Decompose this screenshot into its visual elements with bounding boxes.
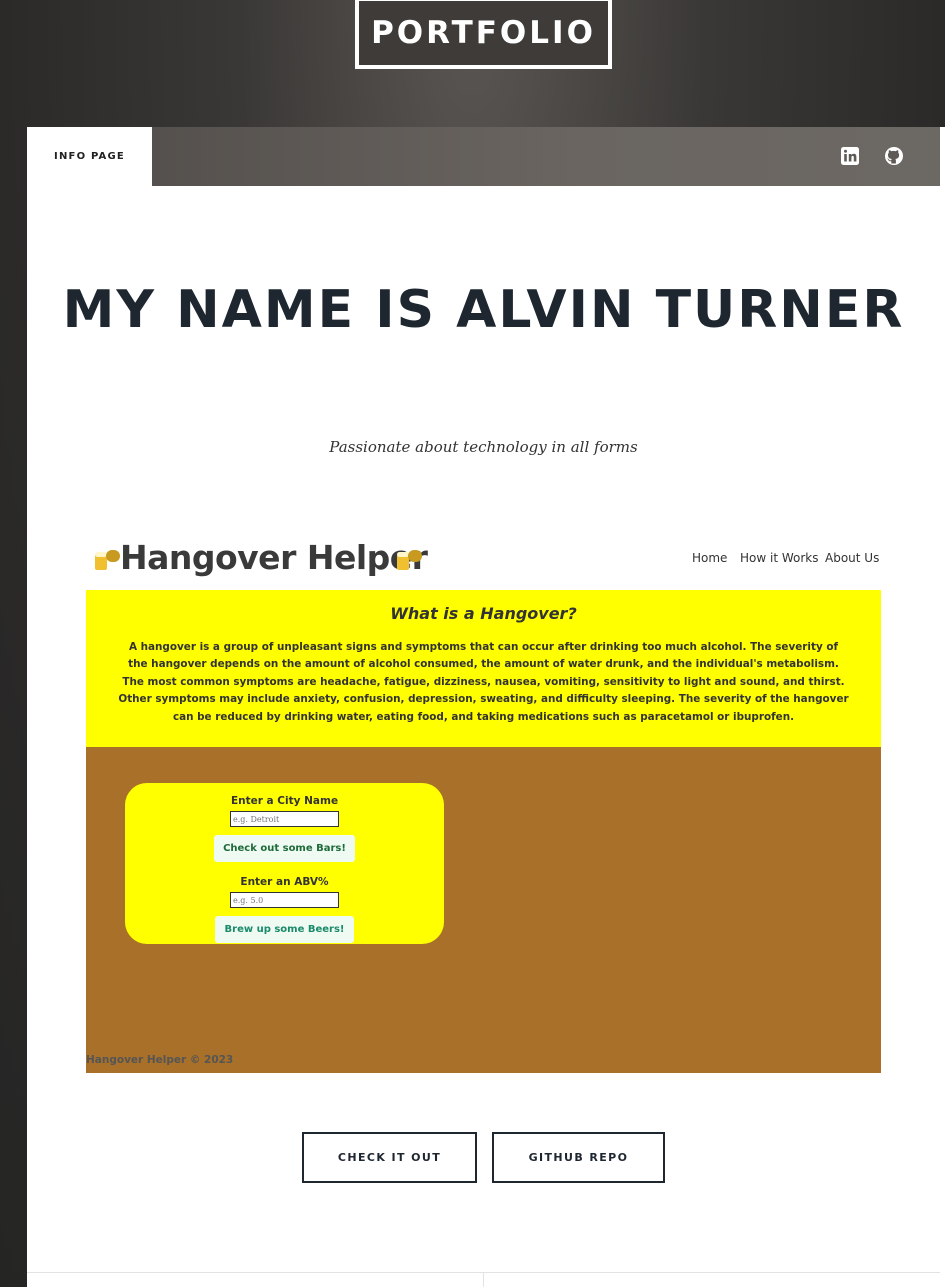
logo-text: PORTFOLIO [371,15,596,51]
project-intro-text: A hangover is a group of unpleasant sign… [118,641,849,723]
tab-info-page[interactable]: INFO PAGE [27,127,152,186]
project-footer: Hangover Helper © 2023 [86,1054,234,1066]
project-nav-how-it-works: How it Works [740,551,819,565]
beer-mug-icon [397,550,423,570]
project-nav-about-us: About Us [825,551,880,565]
project-screenshot: Hangover Helper Home How it Works About … [86,532,881,1073]
page-title: MY NAME IS ALVIN TURNER [62,280,905,340]
beer-mug-icon [95,550,121,570]
abv-label: Enter an ABV% [240,876,329,888]
project-header: Hangover Helper Home How it Works About … [86,532,881,590]
city-label: Enter a City Name [230,795,339,807]
project-intro-heading: What is a Hangover? [390,604,577,623]
github-icon[interactable] [884,146,904,166]
project-intro-section: What is a Hangover? A hangover is a grou… [86,590,881,747]
portfolio-logo[interactable]: PORTFOLIO [355,0,612,69]
linkedin-icon[interactable] [840,146,860,166]
project-app-title: Hangover Helper [120,538,428,577]
column-divider [483,1272,484,1287]
project-nav-home: Home [692,551,728,565]
page-subtitle: Passionate about technology in all forms [329,438,638,456]
abv-input [230,892,339,908]
content-panel: INFO PAGE MY NAME IS ALVIN TURNER Passio… [27,127,945,1287]
project-main-section: Enter a City Name Check out some Bars! E… [86,747,881,1073]
bars-button: Check out some Bars! [214,835,355,862]
github-repo-button[interactable]: GITHUB REPO [492,1132,665,1183]
project-search-card: Enter a City Name Check out some Bars! E… [125,783,444,944]
beers-button: Brew up some Beers! [215,916,354,943]
city-input [230,811,339,827]
check-it-out-button[interactable]: CHECK IT OUT [302,1132,477,1183]
top-nav: INFO PAGE [27,127,940,186]
